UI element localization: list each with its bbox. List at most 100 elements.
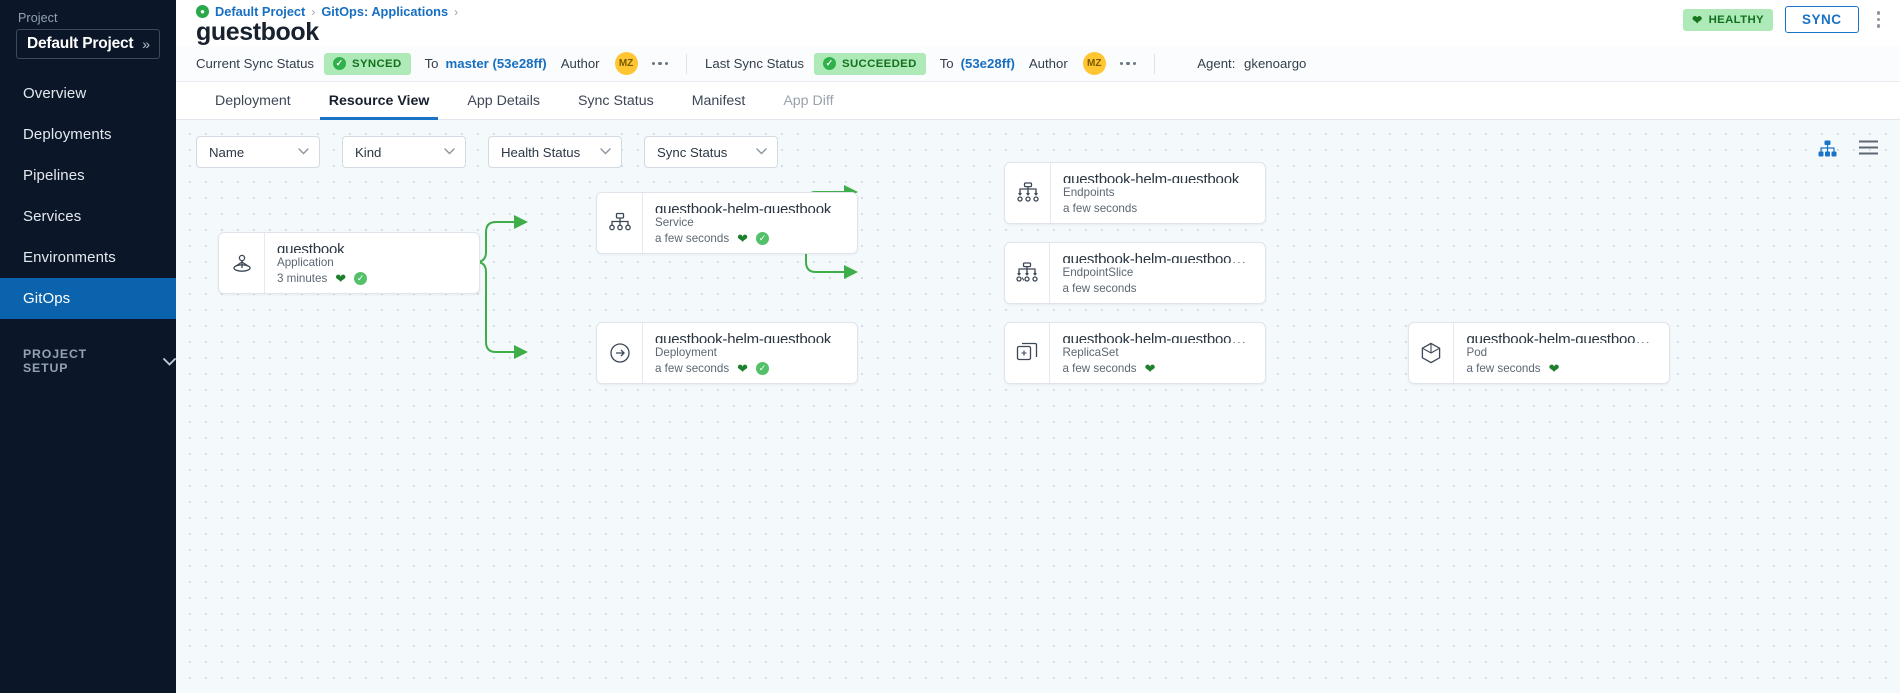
sidebar-project-setup[interactable]: PROJECT SETUP [0, 341, 176, 381]
graph-node-title: guestbook-helm-guestbook-... [1062, 331, 1253, 343]
tab-label: App Diff [783, 92, 834, 109]
agent-label: Agent: [1197, 56, 1236, 71]
sync-button[interactable]: SYNC [1784, 6, 1859, 33]
chevron-down-icon [444, 146, 455, 158]
check-circle-icon: ✓ [756, 362, 770, 375]
graph-node-title: guestbook-helm-guestbook-... [1062, 251, 1253, 263]
last-sync-status-badge: ✓ SUCCEEDED [814, 52, 926, 75]
sidebar-item-services[interactable]: Services [0, 196, 176, 237]
more-options-icon[interactable] [1871, 9, 1887, 30]
graph-node-meta: a few seconds [1062, 282, 1253, 295]
heart-icon: ❤ [1692, 12, 1703, 27]
graph-node-body: guestbook-helm-guestbook Deployment a fe… [643, 323, 843, 383]
sidebar-item-label: Overview [23, 85, 87, 102]
heart-icon: ❤ [737, 231, 749, 246]
breadcrumb-default-project[interactable]: Default Project [215, 4, 305, 19]
graph-node-application[interactable]: guestbook Application 3 minutes ❤ ✓ [218, 232, 480, 294]
tab-app-diff: App Diff [764, 82, 852, 119]
divider [686, 53, 688, 74]
graph-node-age: a few seconds [1062, 362, 1137, 375]
graph-node-endpoints[interactable]: guestbook-helm-guestbook Endpoints a few… [1004, 162, 1266, 224]
check-circle-icon: ✓ [333, 57, 347, 70]
graph-node-age: 3 minutes [277, 272, 328, 285]
current-sync-more-icon[interactable] [651, 61, 669, 66]
graph-node-kind: ReplicaSet [1062, 346, 1119, 359]
endpoints-icon [1005, 163, 1051, 223]
filter-name-dropdown[interactable]: Name [196, 136, 320, 168]
tab-manifest[interactable]: Manifest [673, 82, 765, 119]
topbar-actions: ❤ HEALTHY SYNC [1683, 0, 1886, 33]
filter-label: Sync Status [657, 144, 728, 160]
sidebar: Project Default Project » Overview Deplo… [0, 0, 176, 693]
filter-kind-dropdown[interactable]: Kind [342, 136, 466, 168]
endpointslice-icon [1005, 243, 1051, 303]
graph-node-replicaset[interactable]: guestbook-helm-guestbook-... ReplicaSet … [1004, 322, 1266, 384]
graph-node-meta: a few seconds ❤ [1466, 362, 1657, 375]
last-sync-to-label: To [939, 56, 954, 71]
graph-node-body: guestbook Application 3 minutes ❤ ✓ [265, 233, 379, 293]
last-sync-status-label: Last Sync Status [705, 56, 805, 71]
sidebar-item-deployments[interactable]: Deployments [0, 114, 176, 155]
last-sync-revision-link[interactable]: (53e28ff) [961, 56, 1015, 71]
chevron-double-right-icon: » [142, 36, 150, 52]
graph-node-endpointslice[interactable]: guestbook-helm-guestbook-... EndpointSli… [1004, 242, 1266, 304]
graph-node-meta: 3 minutes ❤ ✓ [277, 272, 368, 285]
list-view-icon[interactable] [1859, 140, 1878, 157]
graph-node-service[interactable]: guestbook-helm-guestbook Service a few s… [596, 192, 858, 254]
graph-node-title: guestbook [277, 241, 345, 253]
graph-node-meta: a few seconds [1063, 202, 1239, 215]
breadcrumb-separator: › [454, 4, 459, 19]
app-root: Project Default Project » Overview Deplo… [0, 0, 1900, 693]
graph-node-age: a few seconds [655, 232, 730, 245]
tab-deployment[interactable]: Deployment [196, 82, 310, 119]
sidebar-project-setup-label: PROJECT SETUP [23, 347, 88, 375]
tab-bar: Deployment Resource View App Details Syn… [176, 82, 1900, 120]
sidebar-item-environments[interactable]: Environments [0, 237, 176, 278]
graph-node-body: guestbook-helm-guestbook-... EndpointSli… [1050, 243, 1265, 303]
tree-view-icon[interactable] [1818, 140, 1837, 157]
graph-node-title: guestbook-helm-guestbook [655, 201, 832, 213]
sidebar-item-label: Deployments [23, 126, 112, 143]
breadcrumb-gitops-applications[interactable]: GitOps: Applications [321, 4, 448, 19]
current-sync-to-label: To [424, 56, 439, 71]
graph-node-age: a few seconds [1466, 362, 1541, 375]
sidebar-item-label: GitOps [23, 290, 71, 307]
tab-resource-view[interactable]: Resource View [310, 82, 449, 120]
graph-node-deployment[interactable]: guestbook-helm-guestbook Deployment a fe… [596, 322, 858, 384]
view-toggle-group [1818, 140, 1878, 157]
graph-node-pod[interactable]: guestbook-helm-guestbook-... Pod a few s… [1408, 322, 1670, 384]
filter-bar: Name Kind Health Status Sync Status [196, 136, 778, 168]
last-sync-more-icon[interactable] [1119, 61, 1137, 66]
main-content: ● Default Project › GitOps: Applications… [176, 0, 1900, 693]
tab-sync-status[interactable]: Sync Status [559, 82, 673, 119]
filter-label: Health Status [501, 144, 581, 160]
check-circle-icon: ✓ [823, 57, 837, 70]
current-sync-status-value: SYNCED [352, 57, 402, 70]
sidebar-item-overview[interactable]: Overview [0, 73, 176, 114]
tab-app-details[interactable]: App Details [448, 82, 559, 119]
filter-sync-status-dropdown[interactable]: Sync Status [644, 136, 778, 168]
sidebar-item-gitops[interactable]: GitOps [0, 278, 176, 319]
graph-node-age: a few seconds [655, 362, 730, 375]
topbar: ● Default Project › GitOps: Applications… [176, 0, 1900, 46]
graph-node-age: a few seconds [1063, 202, 1138, 215]
project-selector-name: Default Project [27, 35, 134, 52]
avatar: MZ [614, 52, 638, 75]
current-sync-status-badge: ✓ SYNCED [324, 52, 411, 75]
sidebar-item-label: Pipelines [23, 167, 85, 184]
check-circle-icon: ✓ [756, 232, 770, 245]
sidebar-item-pipelines[interactable]: Pipelines [0, 155, 176, 196]
graph-node-kind: Pod [1466, 346, 1488, 359]
graph-node-kind: Endpoints [1063, 186, 1115, 199]
graph-node-kind: EndpointSlice [1062, 266, 1134, 279]
link-icon: ● [196, 5, 209, 18]
health-status-badge: ❤ HEALTHY [1683, 8, 1773, 31]
project-selector[interactable]: Default Project » [16, 29, 160, 59]
health-status-label: HEALTHY [1708, 13, 1764, 26]
filter-health-status-dropdown[interactable]: Health Status [488, 136, 622, 168]
agent-info: Agent: gkenoargo [1197, 56, 1306, 71]
graph-node-meta: a few seconds ❤ ✓ [655, 362, 831, 375]
current-sync-revision-link[interactable]: master (53e28ff) [446, 56, 547, 71]
graph-node-kind: Service [655, 216, 694, 229]
current-sync-status-label: Current Sync Status [196, 56, 315, 71]
